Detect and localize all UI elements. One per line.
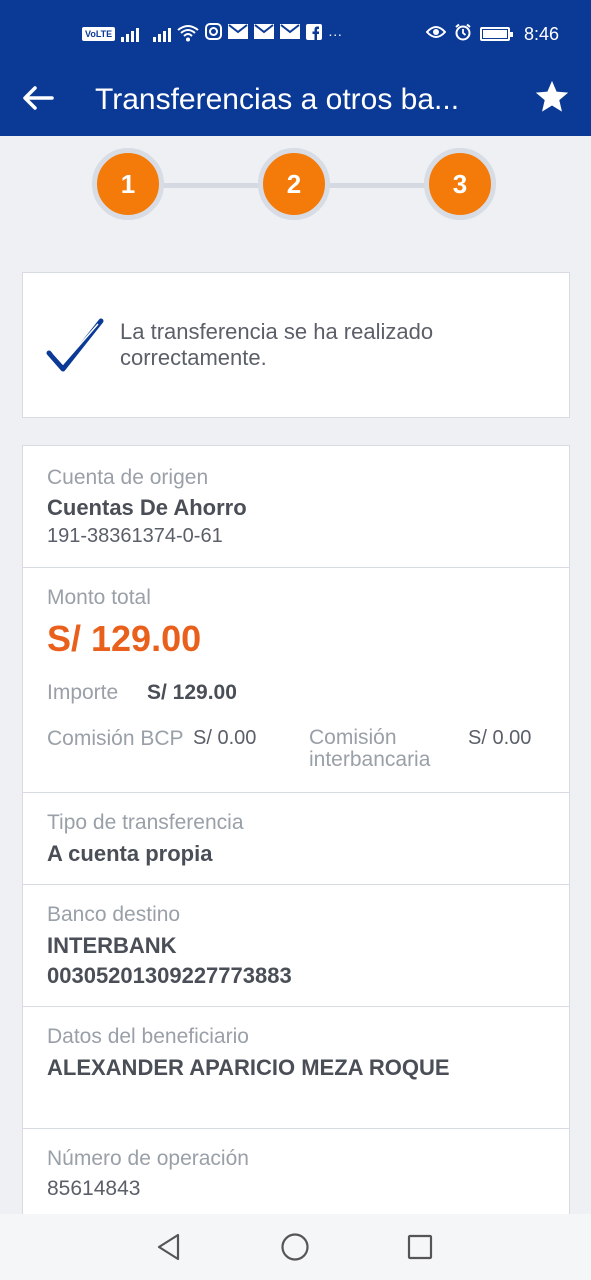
transfer-type-label: Tipo de transferencia [47,811,244,834]
success-card: La transferencia se ha realizado correct… [22,272,570,418]
alarm-icon [454,23,472,46]
origin-label: Cuenta de origen [47,466,209,489]
total-amount: S/ 129.00 [47,618,202,659]
app-bar: Transferencias a otros ba... [0,64,591,136]
back-button[interactable] [20,80,60,120]
step-3: 3 [424,148,496,220]
triangle-back-icon[interactable] [154,1232,184,1262]
transfer-type-section: Tipo de transferencia A cuenta propia [23,793,569,885]
volte-badge: VoLTE [82,27,116,41]
step-connector [326,183,436,188]
square-recents-icon[interactable] [406,1233,434,1261]
beneficiary-section: Datos del beneficiario ALEXANDER APARICI… [23,1007,569,1129]
checkmark-icon [46,318,104,372]
bcp-commission-label: Comisión BCP [47,727,184,750]
beneficiary-name: ALEXANDER APARICIO MEZA ROQUE [47,1055,450,1080]
instagram-icon [205,23,223,45]
beneficiary-label: Datos del beneficiario [47,1025,249,1048]
battery-icon [479,27,513,41]
system-navigation-bar [0,1214,591,1280]
total-section: Monto total S/ 129.00 Importe S/ 129.00 … [23,568,569,793]
importe-label: Importe [47,681,119,704]
page-title: Transferencias a otros ba... [95,83,460,116]
origin-account-number: 191-38361374-0-61 [47,525,223,547]
step-2: 2 [258,148,330,220]
facebook-icon [306,23,323,45]
signal-icon [121,26,140,42]
status-icons-left: VoLTE ··· [82,22,342,46]
mail-icon-3 [280,24,301,44]
favorite-button[interactable] [533,78,571,125]
back-arrow-icon [23,86,54,110]
destination-label: Banco destino [47,903,181,926]
bcp-commission-value: S/ 0.00 [193,727,257,749]
transfer-type-value: A cuenta propia [47,841,213,866]
status-bar: VoLTE ··· 8:46 [0,0,591,64]
destination-section: Banco destino INTERBANK 0030520130922777… [23,885,569,1007]
eye-icon [425,25,447,44]
mail-icon-2 [254,24,275,44]
step-1: 1 [92,148,164,220]
step-connector [160,183,270,188]
importe-value: S/ 129.00 [147,681,237,704]
success-message: La transferencia se ha realizado correct… [120,319,434,370]
wifi-icon [177,24,199,44]
transfer-details-card: Cuenta de origen Cuentas De Ahorro 191-3… [22,445,570,1245]
total-label: Monto total [47,586,151,609]
mail-icon [228,24,249,44]
signal-icon-2 [153,26,172,42]
clock-time: 8:46 [523,23,559,44]
destination-account: 00305201309227773883 [47,963,292,988]
more-notifications-icon: ··· [328,26,343,42]
destination-bank: INTERBANK [47,933,177,958]
operation-number: 85614843 [47,1177,141,1200]
interbank-commission-value: S/ 0.00 [468,727,532,749]
star-icon [535,80,569,112]
interbank-commission-label: Comisión interbancaria [309,726,431,771]
origin-section: Cuenta de origen Cuentas De Ahorro 191-3… [23,446,569,568]
circle-home-icon[interactable] [280,1232,310,1262]
status-icons-right: 8:46 [425,22,559,46]
origin-account-type: Cuentas De Ahorro [47,495,247,520]
operation-label: Número de operación [47,1147,249,1170]
